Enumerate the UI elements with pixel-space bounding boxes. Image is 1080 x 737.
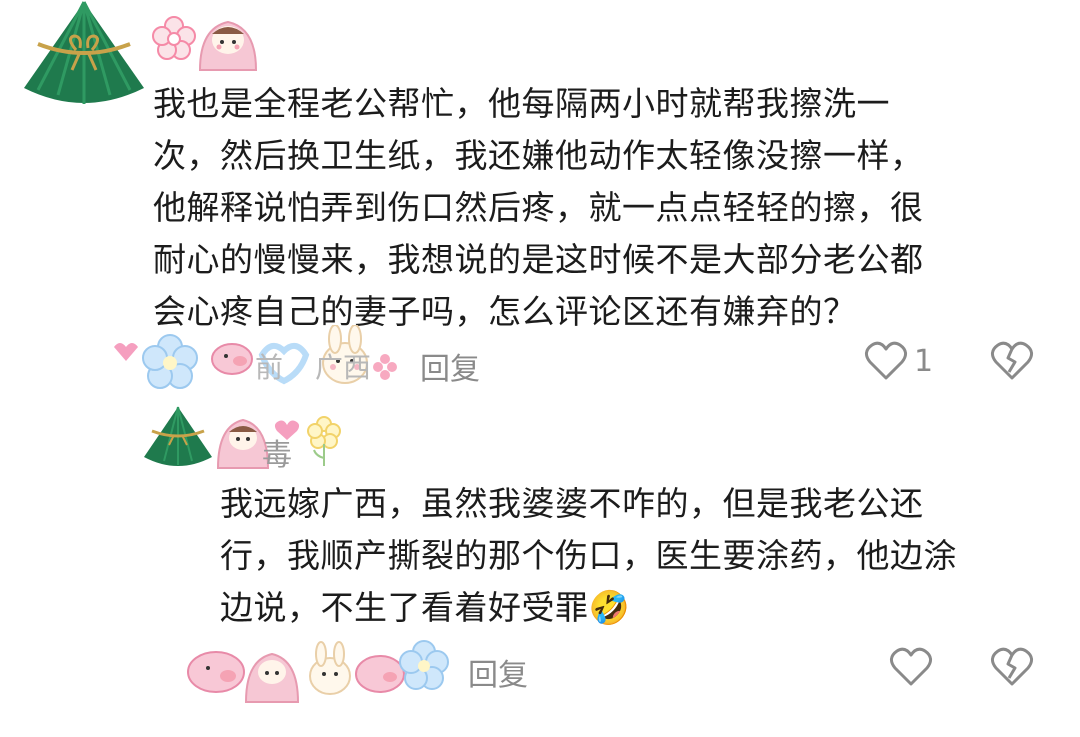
avatar[interactable] [18, 0, 150, 110]
girl-sticker [192, 8, 264, 74]
reply-line: 我远嫁广西，虽然我婆婆不咋的，但是我老公还 [220, 484, 924, 523]
flower-sticker [302, 414, 346, 468]
reply-line-text: 边说，不生了看着好受罪 [220, 588, 589, 627]
reply-line: 行，我顺产撕裂的那个伤口，医生要涂药，他边涂 [220, 536, 957, 575]
dislike-button[interactable] [990, 646, 1034, 688]
dislike-button[interactable] [990, 340, 1034, 382]
heart-icon [890, 647, 932, 686]
comment-line: 他解释说怕弄到伤口然后疼，就一点点轻轻的擦，很 [153, 188, 924, 227]
broken-heart-icon [991, 341, 1033, 380]
meta-stickers [180, 632, 450, 706]
reply-text: 我远嫁广西，虽然我婆婆不咋的，但是我老公还 行，我顺产撕裂的那个伤口，医生要涂药… [220, 478, 1050, 634]
comment-time-fragment: 前 [255, 351, 284, 384]
comment-text: 我也是全程老公帮忙，他每隔两小时就帮我擦洗一 次，然后换卫生纸，我还嫌他动作太轻… [153, 78, 1033, 338]
like-button[interactable] [864, 340, 908, 382]
reply-avatar[interactable] [140, 405, 216, 469]
like-button[interactable] [889, 646, 933, 688]
heart-sticker [274, 420, 300, 442]
broken-heart-icon [991, 647, 1033, 686]
heart-icon [865, 341, 907, 380]
reply-button[interactable]: 回复 [468, 650, 528, 694]
like-count: 1 [914, 344, 934, 379]
comment-location-fragment: 广西 [315, 351, 372, 384]
comment-line: 耐心的慢慢来，我想说的是这时候不是大部分老公都 [153, 240, 924, 279]
reply-button[interactable]: 回复 [420, 344, 480, 388]
comment-line: 我也是全程老公帮忙，他每隔两小时就帮我擦洗一 [153, 84, 890, 123]
rofl-emoji: 🤣 [588, 588, 631, 627]
reply-line: 边说，不生了看着好受罪🤣 [220, 582, 1050, 634]
comment-line: 次，然后换卫生纸，我还嫌他动作太轻像没擦一样， [153, 136, 924, 175]
flower-sticker [150, 14, 198, 62]
